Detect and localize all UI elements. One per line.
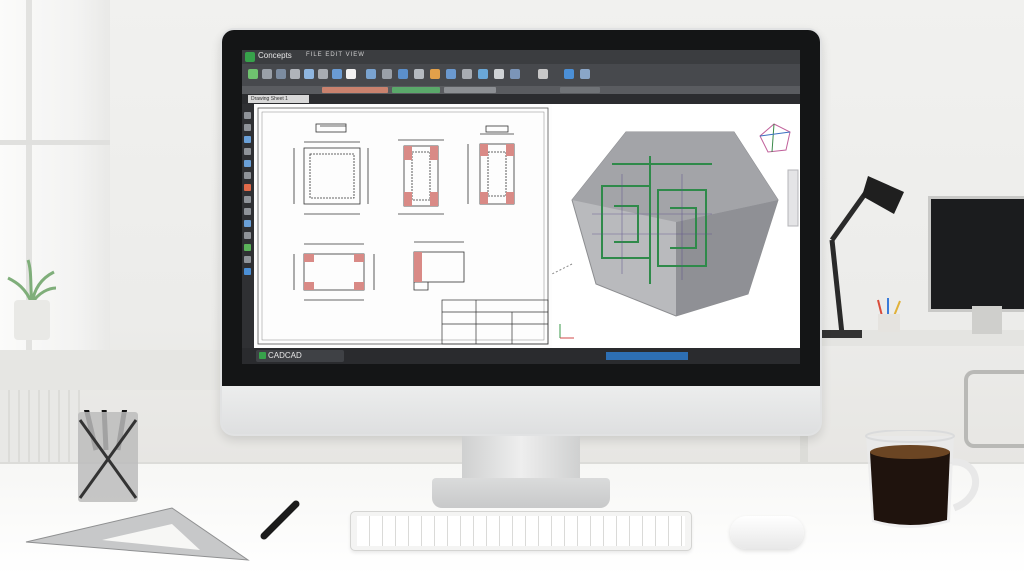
tool-icon[interactable]	[248, 69, 258, 79]
tool-icon[interactable]	[244, 148, 251, 155]
menu-bar[interactable]: FILE EDIT VIEW	[306, 52, 365, 58]
tool-icon[interactable]	[262, 69, 272, 79]
taskbar-app-label: CADCAD	[268, 351, 302, 360]
tool-icon[interactable]	[318, 69, 328, 79]
tool-icon[interactable]	[478, 69, 488, 79]
status-indicator	[606, 352, 688, 360]
tool-icon[interactable]	[462, 69, 472, 79]
title-bar: Concepts FILE EDIT VIEW	[242, 50, 800, 64]
taskbar-app[interactable]: CADCAD	[256, 350, 344, 362]
tool-icon[interactable]	[244, 208, 251, 215]
window-bar	[0, 140, 110, 145]
tool-icon[interactable]	[244, 268, 251, 275]
document-tabs: Drawing Sheet 1	[242, 94, 800, 104]
tool-icon[interactable]	[244, 124, 251, 131]
keyboard	[350, 511, 692, 551]
property-bar	[242, 86, 800, 94]
cad-app-window: Concepts FILE EDIT VIEW Drawing Sheet 1	[242, 50, 800, 364]
tool-icon[interactable]	[332, 69, 342, 79]
tool-icon[interactable]	[414, 69, 424, 79]
second-monitor-stand	[972, 306, 1002, 334]
tool-icon[interactable]	[244, 136, 251, 143]
drawing-sheet[interactable]	[254, 104, 552, 348]
pencil-icon	[260, 500, 300, 540]
tool-icon[interactable]	[244, 196, 251, 203]
tool-icon[interactable]	[430, 69, 440, 79]
tool-icon[interactable]	[244, 244, 251, 251]
tool-icon[interactable]	[244, 232, 251, 239]
tool-icon[interactable]	[244, 256, 251, 263]
tool-icon[interactable]	[276, 69, 286, 79]
tool-icon[interactable]	[304, 69, 314, 79]
app-logo-icon	[245, 52, 255, 62]
view-cube-icon[interactable]	[759, 123, 791, 153]
tool-icon[interactable]	[382, 69, 392, 79]
view-field[interactable]	[560, 87, 600, 93]
tool-icon[interactable]	[244, 172, 251, 179]
tool-icon[interactable]	[494, 69, 504, 79]
coffee-mug-icon	[865, 430, 979, 528]
tool-icon[interactable]	[580, 69, 590, 79]
tool-icon[interactable]	[564, 69, 574, 79]
pen-holder	[78, 410, 138, 502]
tool-icon[interactable]	[346, 69, 356, 79]
tool-icon[interactable]	[398, 69, 408, 79]
monitor-stand-foot	[432, 478, 610, 508]
monitor-stand-neck	[462, 436, 580, 480]
app-title: Concepts	[258, 51, 292, 60]
set-square-ruler	[25, 507, 250, 561]
pencil-cup-back	[877, 298, 901, 332]
tool-icon[interactable]	[538, 69, 548, 79]
mouse	[730, 516, 804, 549]
app-logo-icon	[259, 352, 266, 359]
second-monitor	[928, 196, 1024, 312]
tool-icon[interactable]	[366, 69, 376, 79]
color-field[interactable]	[392, 87, 440, 93]
taskbar: CADCAD	[242, 348, 800, 364]
tool-icon[interactable]	[290, 69, 300, 79]
radiator	[0, 390, 80, 470]
layer-field[interactable]	[322, 87, 388, 93]
tool-icon[interactable]	[244, 184, 251, 191]
tool-icon[interactable]	[446, 69, 456, 79]
tab-drawing[interactable]: Drawing Sheet 1	[248, 95, 309, 103]
ribbon-toolbar	[242, 64, 800, 86]
monitor-chin	[222, 386, 820, 434]
plant-pot	[14, 300, 50, 340]
left-toolbar	[242, 104, 254, 348]
window-sill	[0, 350, 230, 390]
tool-icon[interactable]	[244, 112, 251, 119]
tool-icon[interactable]	[244, 160, 251, 167]
3d-viewport[interactable]	[552, 104, 800, 348]
linetype-field[interactable]	[444, 87, 496, 93]
plant-icon	[7, 259, 57, 305]
keyboard-keys	[357, 516, 685, 546]
tool-icon[interactable]	[244, 220, 251, 227]
tool-icon[interactable]	[510, 69, 520, 79]
